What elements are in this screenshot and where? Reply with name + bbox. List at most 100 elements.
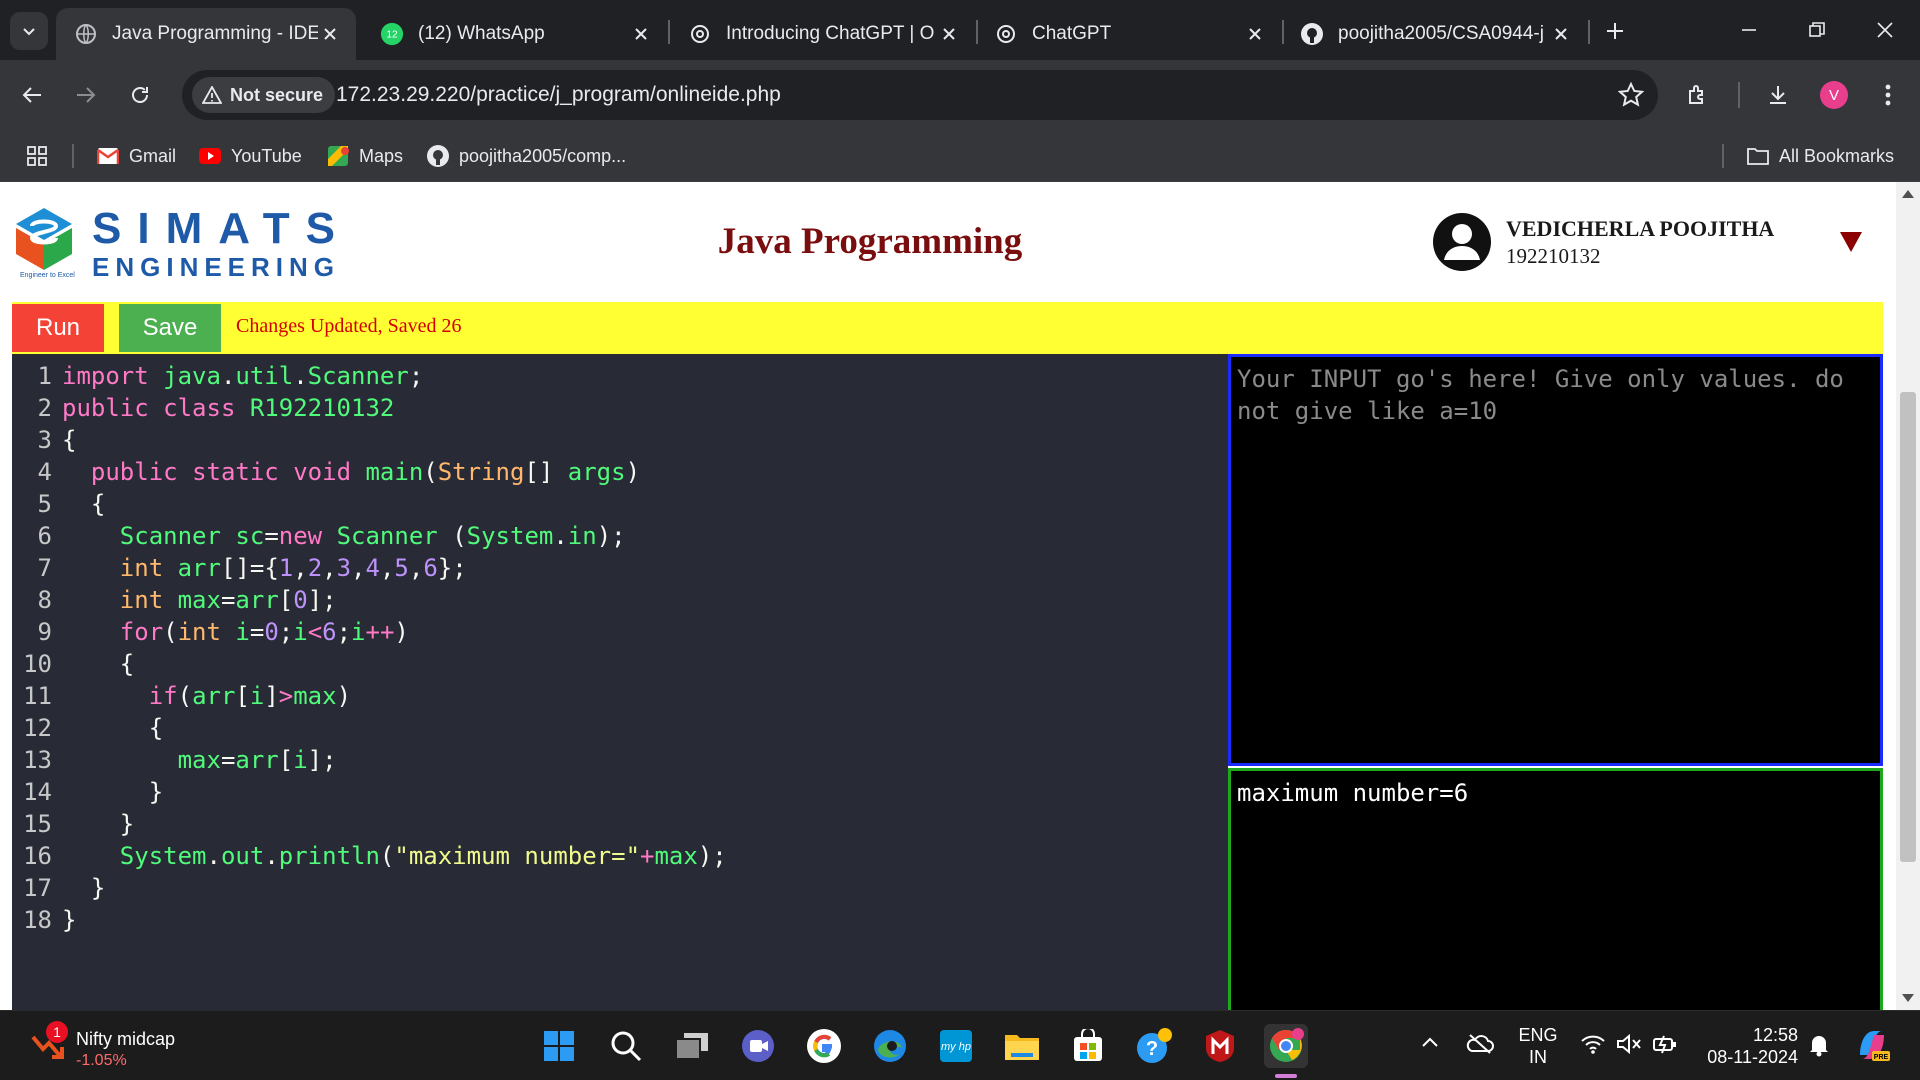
- line-number: 13: [23, 746, 52, 774]
- tab-chatgpt[interactable]: ChatGPT: [976, 8, 1281, 60]
- forward-button[interactable]: [68, 77, 104, 113]
- svg-text:my hp: my hp: [941, 1041, 971, 1053]
- code-line[interactable]: 14 }: [12, 776, 1228, 808]
- tab-search-button[interactable]: [10, 12, 48, 50]
- run-button[interactable]: Run: [12, 304, 104, 352]
- back-button[interactable]: [14, 77, 50, 113]
- bookmark-youtube[interactable]: YouTube: [198, 142, 302, 170]
- line-number: 17: [23, 874, 52, 902]
- logo-word-engineering: ENGINEERING: [92, 252, 341, 282]
- close-window-button[interactable]: [1862, 10, 1908, 50]
- save-button[interactable]: Save: [119, 304, 221, 352]
- bookmark-star-icon[interactable]: [1618, 82, 1644, 108]
- code-line[interactable]: 16 System.out.println("maximum number="+…: [12, 840, 1228, 872]
- code-line[interactable]: 3{: [12, 424, 1228, 456]
- code-line[interactable]: 4 public static void main(String[] args): [12, 456, 1228, 488]
- bookmark-github-comp[interactable]: poojitha2005/comp...: [426, 142, 626, 170]
- close-tab-icon[interactable]: [629, 22, 653, 46]
- close-tab-icon[interactable]: [1549, 22, 1573, 46]
- volume-tray[interactable]: [1616, 1033, 1642, 1060]
- scroll-down-arrow-icon[interactable]: [1902, 994, 1914, 1002]
- all-bookmarks-button[interactable]: All Bookmarks: [1746, 142, 1894, 170]
- code-text: {: [148, 714, 164, 742]
- restore-button[interactable]: [1794, 10, 1840, 50]
- scrollbar-thumb[interactable]: [1900, 392, 1916, 862]
- user-avatar-icon[interactable]: [1432, 212, 1492, 272]
- battery-tray[interactable]: [1652, 1033, 1678, 1060]
- url-text[interactable]: 172.23.29.220/practice/j_program/onlinei…: [336, 83, 781, 107]
- system-clock[interactable]: 12:58 08-11-2024: [1700, 1024, 1798, 1068]
- wifi-tray[interactable]: [1580, 1033, 1606, 1060]
- scroll-up-arrow-icon[interactable]: [1902, 190, 1914, 198]
- restore-icon: [1809, 22, 1825, 37]
- market-widget[interactable]: 1 Nifty midcap -1.05%: [26, 1021, 226, 1071]
- start-button[interactable]: [537, 1024, 581, 1068]
- new-tab-button[interactable]: [1598, 14, 1632, 48]
- extensions-button[interactable]: [1680, 77, 1716, 113]
- page-scrollbar[interactable]: [1896, 182, 1920, 1010]
- taskbar-google[interactable]: [802, 1024, 846, 1068]
- security-chip[interactable]: Not secure: [192, 77, 336, 113]
- downloads-button[interactable]: [1760, 77, 1796, 113]
- code-editor[interactable]: 1 import java.util.Scanner; 2 public class …: [12, 354, 1228, 1010]
- language-indicator[interactable]: ENG IN: [1518, 1024, 1558, 1068]
- bookmark-gmail[interactable]: Gmail: [96, 142, 176, 170]
- code-line[interactable]: 9 for(int i=0;i<6;i++): [12, 616, 1228, 648]
- stdin-input[interactable]: [1231, 357, 1880, 763]
- close-tab-icon[interactable]: [937, 22, 961, 46]
- reload-button[interactable]: [122, 77, 158, 113]
- code-line[interactable]: 2 public class R192210132: [12, 392, 1228, 424]
- store-icon: [1074, 1029, 1102, 1061]
- taskbar-edge[interactable]: [868, 1024, 912, 1068]
- task-view-button[interactable]: [670, 1024, 714, 1068]
- gmail-icon: [96, 144, 120, 168]
- taskbar-search-button[interactable]: [604, 1024, 648, 1068]
- code-line[interactable]: 13 max=arr[i];: [12, 744, 1228, 776]
- code-line[interactable]: 11 if(arr[i]>max): [12, 680, 1228, 712]
- address-bar[interactable]: Not secure 172.23.29.220/practice/j_prog…: [182, 70, 1658, 120]
- region-code: IN: [1529, 1047, 1547, 1067]
- code-line[interactable]: 18}: [12, 904, 1228, 936]
- code-line[interactable]: 6 Scanner sc=new Scanner (System.in);: [12, 520, 1228, 552]
- help-icon: ?: [1137, 1028, 1172, 1063]
- taskbar-teams[interactable]: [736, 1024, 780, 1068]
- arrow-left-icon: [22, 87, 41, 103]
- code-line[interactable]: 1 import java.util.Scanner;: [12, 360, 1228, 392]
- copilot-button[interactable]: PRE: [1852, 1025, 1892, 1070]
- code-line[interactable]: 12 {: [12, 712, 1228, 744]
- code-line[interactable]: 8 int max=arr[0];: [12, 584, 1228, 616]
- notifications-button[interactable]: [1808, 1033, 1830, 1062]
- tab-java-ide[interactable]: Java Programming - IDE: [56, 8, 356, 60]
- tray-overflow-button[interactable]: [1420, 1033, 1440, 1058]
- user-menu-caret-icon[interactable]: [1840, 232, 1862, 252]
- bookmark-maps[interactable]: Maps: [326, 142, 403, 170]
- openai-icon: [994, 22, 1018, 46]
- taskbar-store[interactable]: [1066, 1024, 1110, 1068]
- simats-logo[interactable]: Engineer to Excel SIMATS ENGINEERING: [10, 204, 335, 286]
- tab-github-repo[interactable]: poojitha2005/CSA0944-j: [1282, 8, 1587, 60]
- onedrive-tray[interactable]: [1466, 1033, 1494, 1060]
- browser-menu-button[interactable]: [1870, 77, 1906, 113]
- myhp-icon: my hp: [940, 1030, 972, 1062]
- tab-introducing-chatgpt[interactable]: Introducing ChatGPT | O: [670, 8, 975, 60]
- tab-whatsapp[interactable]: 12 (12) WhatsApp: [362, 8, 667, 60]
- close-tab-icon[interactable]: [318, 22, 342, 46]
- code-line[interactable]: 15 }: [12, 808, 1228, 840]
- profile-avatar[interactable]: V: [1820, 81, 1848, 109]
- apps-button[interactable]: [26, 142, 48, 170]
- close-tab-icon[interactable]: [1243, 22, 1267, 46]
- code-line[interactable]: 5 {: [12, 488, 1228, 520]
- github-icon: [426, 144, 450, 168]
- bookmarks-separator: [72, 144, 74, 168]
- whatsapp-badge: 12: [386, 30, 398, 41]
- taskbar-file-explorer[interactable]: [1000, 1024, 1044, 1068]
- taskbar-get-help[interactable]: ?: [1132, 1024, 1176, 1068]
- code-line[interactable]: 10 {: [12, 648, 1228, 680]
- taskbar-mcafee[interactable]: [1198, 1024, 1242, 1068]
- code-line[interactable]: 17 }: [12, 872, 1228, 904]
- minimize-button[interactable]: [1726, 10, 1772, 50]
- code-line[interactable]: 7 int arr[]={1,2,3,4,5,6};: [12, 552, 1228, 584]
- taskbar-chrome[interactable]: [1264, 1024, 1308, 1068]
- windows-start-icon: [544, 1031, 574, 1061]
- taskbar-myhp[interactable]: my hp: [934, 1024, 978, 1068]
